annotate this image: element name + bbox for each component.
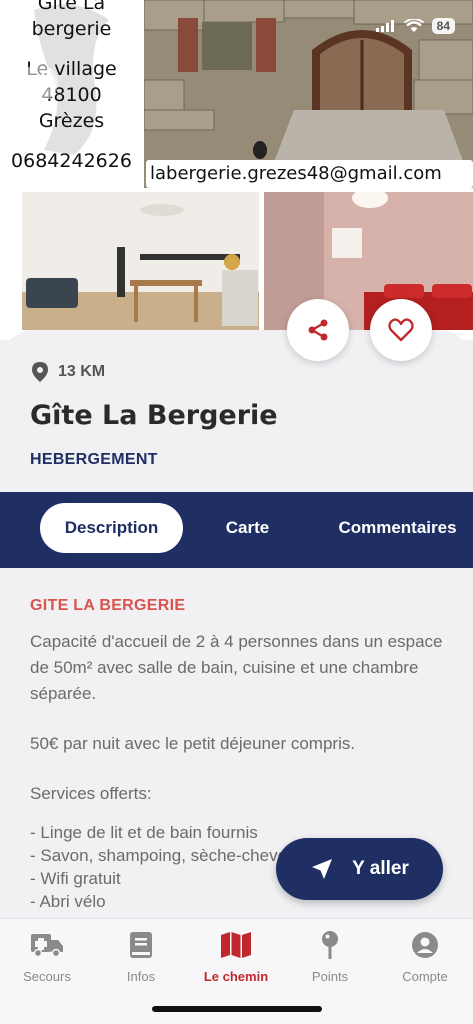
map-icon — [221, 932, 251, 958]
nav-item-points[interactable]: Points — [283, 931, 377, 984]
distance-label: 13 KM — [58, 363, 106, 380]
poster-line: Grèzes — [38, 110, 105, 132]
services-title: Services offerts: — [30, 784, 152, 803]
tab-comments[interactable]: Commentaires — [322, 503, 473, 553]
poster-line: bergerie — [31, 18, 112, 40]
wifi-icon — [403, 19, 424, 32]
heart-icon — [388, 318, 414, 342]
nav-item-le-chemin[interactable]: Le chemin — [189, 931, 283, 984]
nav-label: Infos — [126, 969, 156, 984]
kitchen-photo — [22, 192, 259, 330]
home-indicator — [152, 1006, 322, 1012]
poster-line: Gîte La — [37, 0, 106, 14]
battery-level: 84 — [431, 18, 455, 34]
place-title: Gîte La Bergerie — [30, 400, 278, 431]
favorite-button[interactable] — [370, 299, 432, 361]
tab-map[interactable]: Carte — [205, 503, 290, 553]
directions-button[interactable]: Y aller — [276, 838, 443, 900]
map-pin-icon — [322, 931, 338, 959]
nav-label: Secours — [23, 969, 71, 984]
status-bar: 84 — [375, 18, 455, 34]
detail-tabs: Description Carte Commentaires — [0, 492, 473, 568]
location-pin-icon — [32, 362, 48, 382]
description-heading: GITE LA BERGERIE — [30, 597, 186, 614]
poster-phone: 0684242626 — [11, 150, 132, 172]
nav-item-secours[interactable]: Secours — [0, 931, 94, 984]
place-category: HEBERGEMENT — [30, 451, 158, 468]
ambulance-icon — [31, 934, 63, 958]
chevron-left-icon — [33, 73, 45, 93]
account-icon — [412, 932, 438, 958]
nav-label: Le chemin — [203, 969, 269, 984]
nav-item-infos[interactable]: Infos — [94, 931, 188, 984]
nav-label: Points — [311, 969, 349, 984]
poster-email: labergerie.grezes48@gmail.com — [146, 160, 473, 188]
navigation-arrow-icon — [312, 859, 333, 879]
nav-label: Compte — [402, 969, 448, 984]
distance-row: 13 KM — [32, 362, 105, 382]
share-button[interactable] — [287, 299, 349, 361]
nav-item-compte[interactable]: Compte — [378, 931, 472, 984]
tab-description[interactable]: Description — [40, 503, 183, 553]
photo-gallery[interactable]: Gîte La bergerie Le village 48100 Grèzes… — [0, 0, 473, 340]
contact-poster-image: Gîte La bergerie Le village 48100 Grèzes… — [0, 0, 143, 188]
book-icon — [130, 932, 152, 958]
directions-label: Y aller — [352, 858, 409, 879]
signal-icon — [375, 20, 394, 32]
share-icon — [308, 319, 328, 341]
price-text: 50€ par nuit avec le petit déjeuner comp… — [30, 734, 356, 753]
back-button[interactable] — [20, 64, 58, 102]
place-detail-screen: Gîte La bergerie Le village 48100 Grèzes… — [0, 0, 473, 1024]
capacity-text: Capacité d'accueil de 2 à 4 personnes da… — [30, 632, 443, 703]
